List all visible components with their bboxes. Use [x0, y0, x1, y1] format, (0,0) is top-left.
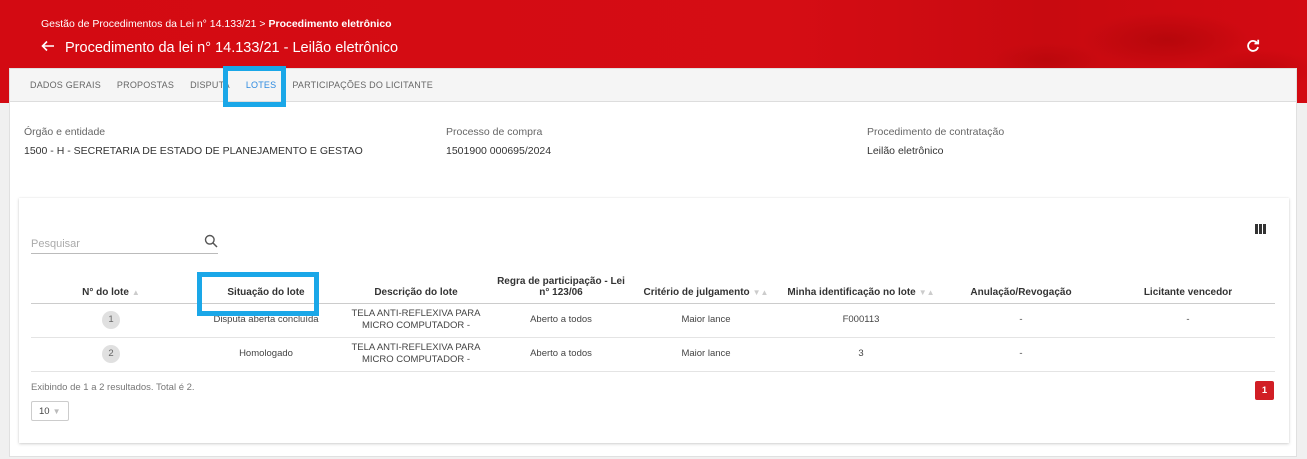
- orgao-label: Órgão e entidade: [24, 126, 106, 138]
- info-procedimento: Procedimento de contratação Leilão eletr…: [867, 126, 1004, 157]
- tab-lotes[interactable]: LOTES: [238, 69, 285, 102]
- lot-number-badge: 1: [102, 311, 120, 329]
- page-title: Procedimento da lei n° 14.133/21 - Leilã…: [65, 40, 399, 56]
- tab-bar: DADOS GERAIS PROPOSTAS DISPUTA LOTES PAR…: [10, 69, 1296, 102]
- breadcrumb-prefix: Gestão de Procedimentos da Lei n° 14.133…: [41, 18, 269, 30]
- col-header-identificacao[interactable]: Minha identificação no lote ▼▲: [781, 271, 941, 304]
- cell-anulacao: -: [941, 303, 1101, 338]
- columns-icon[interactable]: [1255, 224, 1267, 234]
- col-header-criterio[interactable]: Critério de julgamento ▼▲: [631, 271, 781, 304]
- results-summary: Exibindo de 1 a 2 resultados. Total é 2.: [31, 382, 195, 393]
- info-processo: Processo de compra 1501900 000695/2024: [446, 126, 551, 157]
- col-header-vencedor: Licitante vencedor: [1101, 271, 1275, 304]
- breadcrumb: Gestão de Procedimentos da Lei n° 14.133…: [41, 18, 392, 30]
- chevron-down-icon: ▼: [52, 406, 61, 416]
- table-row[interactable]: 2 Homologado TELA ANTI-REFLEXIVA PARA MI…: [31, 337, 1275, 372]
- cell-identificacao: 3: [781, 337, 941, 372]
- tab-dados-gerais[interactable]: DADOS GERAIS: [10, 69, 109, 102]
- cell-identificacao: F000113: [781, 303, 941, 338]
- cell-situacao: Disputa aberta concluída: [191, 303, 341, 338]
- cell-descricao: TELA ANTI-REFLEXIVA PARA MICRO COMPUTADO…: [341, 337, 491, 372]
- col-header-lote[interactable]: N° do lote ▲: [31, 271, 191, 304]
- pagination-page-button[interactable]: 1: [1255, 381, 1274, 400]
- processo-value: 1501900 000695/2024: [446, 145, 552, 157]
- page-size-select[interactable]: 10 ▼: [31, 401, 69, 421]
- refresh-icon[interactable]: [1245, 38, 1261, 54]
- col-header-regra: Regra de participação - Lei n° 123/06: [491, 271, 631, 304]
- table-row[interactable]: 1 Disputa aberta concluída TELA ANTI-REF…: [31, 303, 1275, 338]
- cell-criterio: Maior lance: [631, 337, 781, 372]
- info-orgao: Órgão e entidade 1500 - H - SECRETARIA D…: [24, 126, 363, 157]
- tab-propostas[interactable]: PROPOSTAS: [109, 69, 182, 102]
- cell-anulacao: -: [941, 337, 1101, 372]
- cell-vencedor: -: [1101, 303, 1275, 338]
- page-size-value: 10: [39, 405, 50, 417]
- procedimento-label: Procedimento de contratação: [867, 126, 1005, 138]
- cell-situacao: Homologado: [191, 337, 341, 372]
- cell-vencedor: [1101, 337, 1275, 372]
- content-card: DADOS GERAIS PROPOSTAS DISPUTA LOTES PAR…: [9, 66, 1297, 457]
- breadcrumb-current: Procedimento eletrônico: [268, 18, 392, 30]
- sort-icon: ▲: [131, 287, 140, 297]
- col-header-descricao: Descrição do lote: [341, 271, 491, 304]
- cell-descricao: TELA ANTI-REFLEXIVA PARA MICRO COMPUTADO…: [341, 303, 491, 338]
- lots-table: N° do lote ▲ Situação do lote Descrição d…: [31, 271, 1275, 372]
- col-header-anulacao: Anulação/Revogação: [941, 271, 1101, 304]
- cell-criterio: Maior lance: [631, 303, 781, 338]
- col-header-situacao: Situação do lote: [191, 271, 341, 304]
- cell-regra: Aberto a todos: [491, 337, 631, 372]
- arrow-left-icon[interactable]: [41, 39, 55, 57]
- search-box: [31, 234, 218, 254]
- table-header-row: N° do lote ▲ Situação do lote Descrição d…: [31, 271, 1275, 304]
- sort-icon: ▼▲: [752, 287, 769, 297]
- lots-table-card: N° do lote▲ Situação do lote Descrição d…: [19, 198, 1289, 443]
- tab-disputa[interactable]: DISPUTA: [182, 69, 238, 102]
- search-input[interactable]: [31, 238, 191, 250]
- procedimento-value: Leilão eletrônico: [867, 145, 944, 157]
- processo-label: Processo de compra: [446, 126, 543, 138]
- page-title-row: Procedimento da lei n° 14.133/21 - Leilã…: [41, 39, 398, 57]
- search-icon[interactable]: [204, 234, 218, 248]
- tab-participacoes[interactable]: PARTICIPAÇÕES DO LICITANTE: [284, 69, 441, 102]
- lot-number-badge: 2: [102, 345, 120, 363]
- orgao-value: 1500 - H - SECRETARIA DE ESTADO DE PLANE…: [24, 145, 363, 157]
- sort-icon: ▼▲: [918, 287, 935, 297]
- cell-regra: Aberto a todos: [491, 303, 631, 338]
